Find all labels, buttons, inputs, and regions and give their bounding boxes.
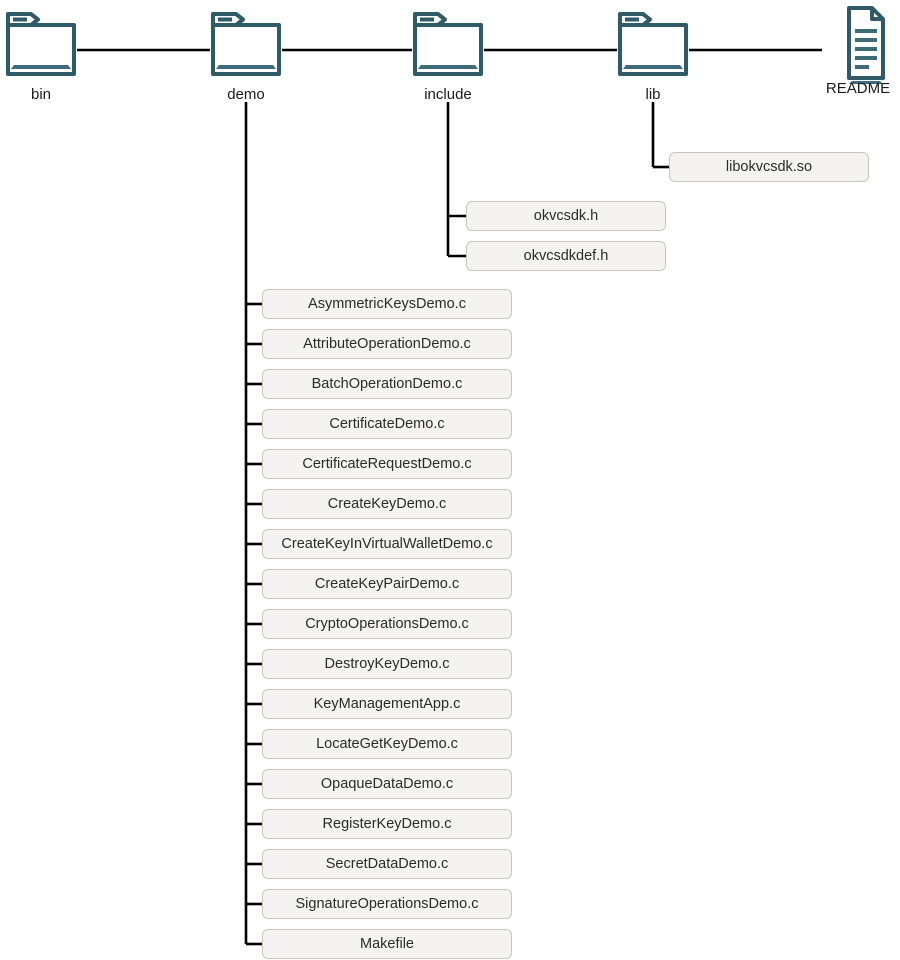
root-node-demo[interactable]: demo <box>196 8 296 104</box>
leaf-node-demo[interactable]: Makefile <box>262 929 512 959</box>
leaf-node-lib[interactable]: libokvcsdk.so <box>669 152 869 182</box>
leaf-node-demo[interactable]: BatchOperationDemo.c <box>262 369 512 399</box>
leaf-node-label: LocateGetKeyDemo.c <box>316 736 458 752</box>
leaf-node-label: CreateKeyPairDemo.c <box>314 576 460 592</box>
root-label-bin: bin <box>30 86 52 103</box>
leaf-node-label: BatchOperationDemo.c <box>311 376 463 392</box>
leaf-node-include[interactable]: okvcsdkdef.h <box>466 241 666 271</box>
leaf-node-demo[interactable]: CreateKeyDemo.c <box>262 489 512 519</box>
root-node-lib[interactable]: lib <box>603 8 703 104</box>
leaf-node-label: okvcsdk.h <box>533 208 599 224</box>
leaf-node-include[interactable]: okvcsdk.h <box>466 201 666 231</box>
folder-icon <box>603 8 703 86</box>
leaf-node-demo[interactable]: AttributeOperationDemo.c <box>262 329 512 359</box>
leaf-node-demo[interactable]: CryptoOperationsDemo.c <box>262 609 512 639</box>
leaf-node-demo[interactable]: DestroyKeyDemo.c <box>262 649 512 679</box>
leaf-node-demo[interactable]: LocateGetKeyDemo.c <box>262 729 512 759</box>
leaf-node-demo[interactable]: OpaqueDataDemo.c <box>262 769 512 799</box>
leaf-node-label: AsymmetricKeysDemo.c <box>308 296 466 312</box>
leaf-node-label: CreateKeyInVirtualWalletDemo.c <box>281 536 493 552</box>
root-node-readme[interactable]: README <box>808 2 900 98</box>
folder-icon <box>0 8 91 86</box>
leaf-node-label: RegisterKeyDemo.c <box>322 816 452 832</box>
document-icon <box>808 2 900 84</box>
leaf-node-demo[interactable]: CreateKeyInVirtualWalletDemo.c <box>262 529 512 559</box>
leaf-node-label: AttributeOperationDemo.c <box>303 336 471 352</box>
leaf-node-demo[interactable]: CreateKeyPairDemo.c <box>262 569 512 599</box>
root-node-include[interactable]: include <box>398 8 498 104</box>
root-label-demo: demo <box>227 86 265 103</box>
leaf-node-demo[interactable]: AsymmetricKeysDemo.c <box>262 289 512 319</box>
leaf-node-label: Makefile <box>360 936 414 952</box>
root-label-lib: lib <box>645 86 661 103</box>
leaf-node-label: KeyManagementApp.c <box>313 696 461 712</box>
leaf-node-label: okvcsdkdef.h <box>523 248 609 264</box>
leaf-node-demo[interactable]: CertificateRequestDemo.c <box>262 449 512 479</box>
leaf-node-demo[interactable]: CertificateDemo.c <box>262 409 512 439</box>
leaf-node-label: CreateKeyDemo.c <box>327 496 447 512</box>
leaf-node-demo[interactable]: RegisterKeyDemo.c <box>262 809 512 839</box>
folder-icon <box>196 8 296 86</box>
leaf-node-label: DestroyKeyDemo.c <box>324 656 450 672</box>
root-label-include: include <box>424 86 472 103</box>
leaf-node-label: CryptoOperationsDemo.c <box>305 616 469 632</box>
directory-tree-diagram: bin demo include lib README libokvcsdk.s… <box>0 0 900 960</box>
root-label-readme: README <box>825 80 891 97</box>
leaf-node-label: OpaqueDataDemo.c <box>320 776 454 792</box>
leaf-node-label: SecretDataDemo.c <box>325 856 449 872</box>
leaf-node-label: libokvcsdk.so <box>725 159 813 175</box>
root-node-bin[interactable]: bin <box>0 8 91 104</box>
leaf-node-label: SignatureOperationsDemo.c <box>295 896 479 912</box>
leaf-node-demo[interactable]: SecretDataDemo.c <box>262 849 512 879</box>
leaf-node-label: CertificateRequestDemo.c <box>302 456 472 472</box>
folder-icon <box>398 8 498 86</box>
leaf-node-label: CertificateDemo.c <box>329 416 445 432</box>
leaf-node-demo[interactable]: SignatureOperationsDemo.c <box>262 889 512 919</box>
leaf-node-demo[interactable]: KeyManagementApp.c <box>262 689 512 719</box>
